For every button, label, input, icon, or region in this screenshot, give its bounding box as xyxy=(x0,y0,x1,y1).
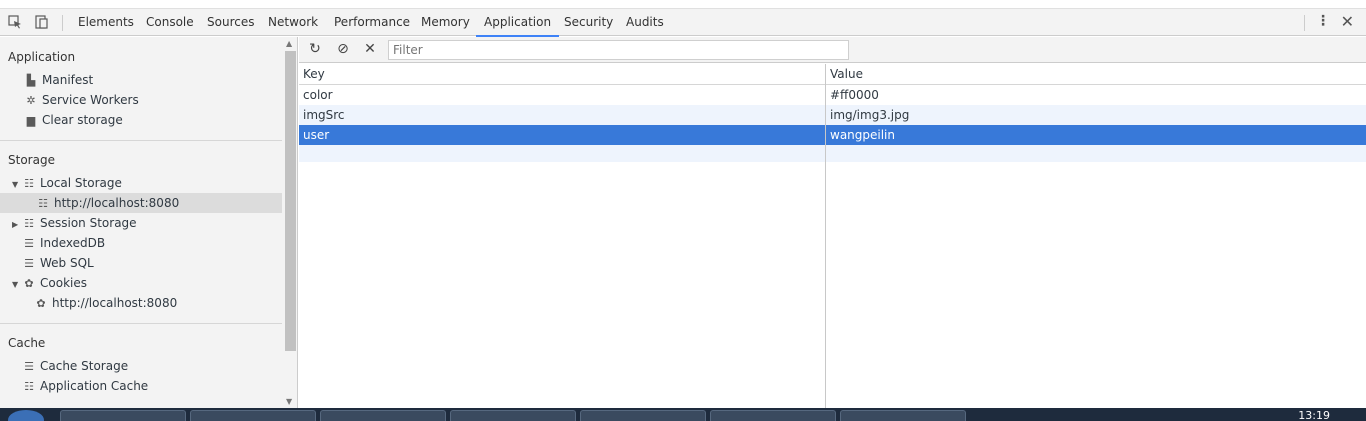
cell-key: color xyxy=(303,88,333,102)
table-row-empty[interactable] xyxy=(299,145,1366,162)
cookie-icon: ✿ xyxy=(24,277,34,290)
inspect-element-icon[interactable] xyxy=(8,15,22,29)
application-sidebar: Application ▙ Manifest ✲ Service Workers ▆… xyxy=(0,37,282,408)
devtools-tabbar: Elements Console Sources Network Perform… xyxy=(0,8,1366,37)
refresh-icon[interactable]: ↻ xyxy=(307,41,323,57)
tab-console[interactable]: Console xyxy=(146,9,194,36)
database-icon: ☰ xyxy=(24,237,34,250)
cell-value: #ff0000 xyxy=(830,88,879,102)
tab-audits[interactable]: Audits xyxy=(626,9,664,36)
sidebar-item-session-storage[interactable]: ▶ ☷ Session Storage xyxy=(12,213,137,233)
taskbar-app-chrome[interactable] xyxy=(60,410,186,421)
sidebar-item-application-cache[interactable]: ☷ Application Cache xyxy=(22,376,148,396)
close-icon[interactable]: ✕ xyxy=(1341,12,1354,31)
toolbar-divider xyxy=(62,15,63,31)
tab-performance[interactable]: Performance xyxy=(334,9,410,36)
cell-key: user xyxy=(303,128,330,142)
sidebar-item-clear-storage[interactable]: ▆ Clear storage xyxy=(24,110,123,130)
cookie-icon: ✿ xyxy=(36,297,46,310)
cell-value: wangpeilin xyxy=(830,128,895,142)
tab-memory[interactable]: Memory xyxy=(421,9,470,36)
section-title-application: Application xyxy=(8,50,76,64)
toolbar-divider-right xyxy=(1304,15,1305,31)
sidebar-scrollbar[interactable]: ▲ ▼ xyxy=(282,37,298,408)
column-header-key[interactable]: Key xyxy=(303,67,325,81)
expanded-arrow-icon[interactable]: ▼ xyxy=(12,275,22,295)
table-row[interactable]: imgSrc img/img3.jpg xyxy=(299,105,1366,125)
os-taskbar: 13:19 xyxy=(0,408,1366,421)
database-icon: ☰ xyxy=(24,257,34,270)
table-icon: ☷ xyxy=(24,177,34,190)
clock[interactable]: 13:19 xyxy=(1298,409,1330,421)
expanded-arrow-icon[interactable]: ▼ xyxy=(12,175,22,195)
cell-key: imgSrc xyxy=(303,108,345,122)
sidebar-item-service-workers[interactable]: ✲ Service Workers xyxy=(24,90,138,110)
tab-network[interactable]: Network xyxy=(268,9,318,36)
storage-table: Key Value color #ff0000 imgSrc img/img3.… xyxy=(299,64,1366,408)
start-button[interactable] xyxy=(8,410,44,421)
section-title-storage: Storage xyxy=(8,153,55,167)
database-icon: ☰ xyxy=(24,360,34,373)
table-icon: ☷ xyxy=(24,380,34,393)
collapsed-arrow-icon[interactable]: ▶ xyxy=(12,215,22,235)
tab-application[interactable]: Application xyxy=(475,9,560,37)
sidebar-item-cookies[interactable]: ▼ ✿ Cookies xyxy=(12,273,87,293)
sidebar-item-manifest[interactable]: ▙ Manifest xyxy=(24,70,93,90)
table-row[interactable]: color #ff0000 xyxy=(299,85,1366,105)
column-divider[interactable] xyxy=(825,64,826,408)
taskbar-app[interactable] xyxy=(840,410,966,421)
table-header: Key Value xyxy=(299,64,1366,85)
sidebar-item-cache-storage[interactable]: ☰ Cache Storage xyxy=(22,356,128,376)
taskbar-app[interactable] xyxy=(190,410,316,421)
taskbar-app[interactable] xyxy=(320,410,446,421)
sidebar-item-cookies-origin[interactable]: ✿ http://localhost:8080 xyxy=(34,293,177,313)
more-options-icon[interactable]: ⋮ xyxy=(1316,13,1330,29)
sidebar-item-websql[interactable]: ☰ Web SQL xyxy=(22,253,94,273)
tab-security[interactable]: Security xyxy=(564,9,613,36)
section-divider xyxy=(0,140,282,141)
filter-input[interactable] xyxy=(388,40,849,60)
table-row-selected[interactable]: user wangpeilin xyxy=(299,125,1366,145)
delete-selected-icon[interactable]: ✕ xyxy=(362,41,378,57)
taskbar-app[interactable] xyxy=(450,410,576,421)
tab-elements[interactable]: Elements xyxy=(78,9,134,36)
section-title-cache: Cache xyxy=(8,336,46,350)
table-icon: ☷ xyxy=(24,217,34,230)
clear-all-icon[interactable]: ⊘ xyxy=(335,41,351,57)
sidebar-item-local-storage[interactable]: ▼ ☷ Local Storage xyxy=(12,173,122,193)
taskbar-app[interactable] xyxy=(710,410,836,421)
table-icon: ☷ xyxy=(38,197,48,210)
cell-value: img/img3.jpg xyxy=(830,108,910,122)
column-header-value[interactable]: Value xyxy=(830,67,863,81)
document-icon: ▙ xyxy=(26,74,36,87)
scrollbar-thumb[interactable] xyxy=(285,51,296,351)
sidebar-item-indexeddb[interactable]: ☰ IndexedDB xyxy=(22,233,105,253)
tab-sources[interactable]: Sources xyxy=(207,9,254,36)
device-toolbar-icon[interactable] xyxy=(34,15,48,29)
section-divider xyxy=(0,323,282,324)
scroll-down-arrow-icon[interactable]: ▼ xyxy=(286,397,292,406)
gear-icon: ✲ xyxy=(26,94,36,107)
sidebar-item-local-storage-origin[interactable]: ☷ http://localhost:8080 xyxy=(0,193,282,213)
trash-icon: ▆ xyxy=(26,114,36,127)
taskbar-app[interactable] xyxy=(580,410,706,421)
scroll-up-arrow-icon[interactable]: ▲ xyxy=(286,39,292,48)
